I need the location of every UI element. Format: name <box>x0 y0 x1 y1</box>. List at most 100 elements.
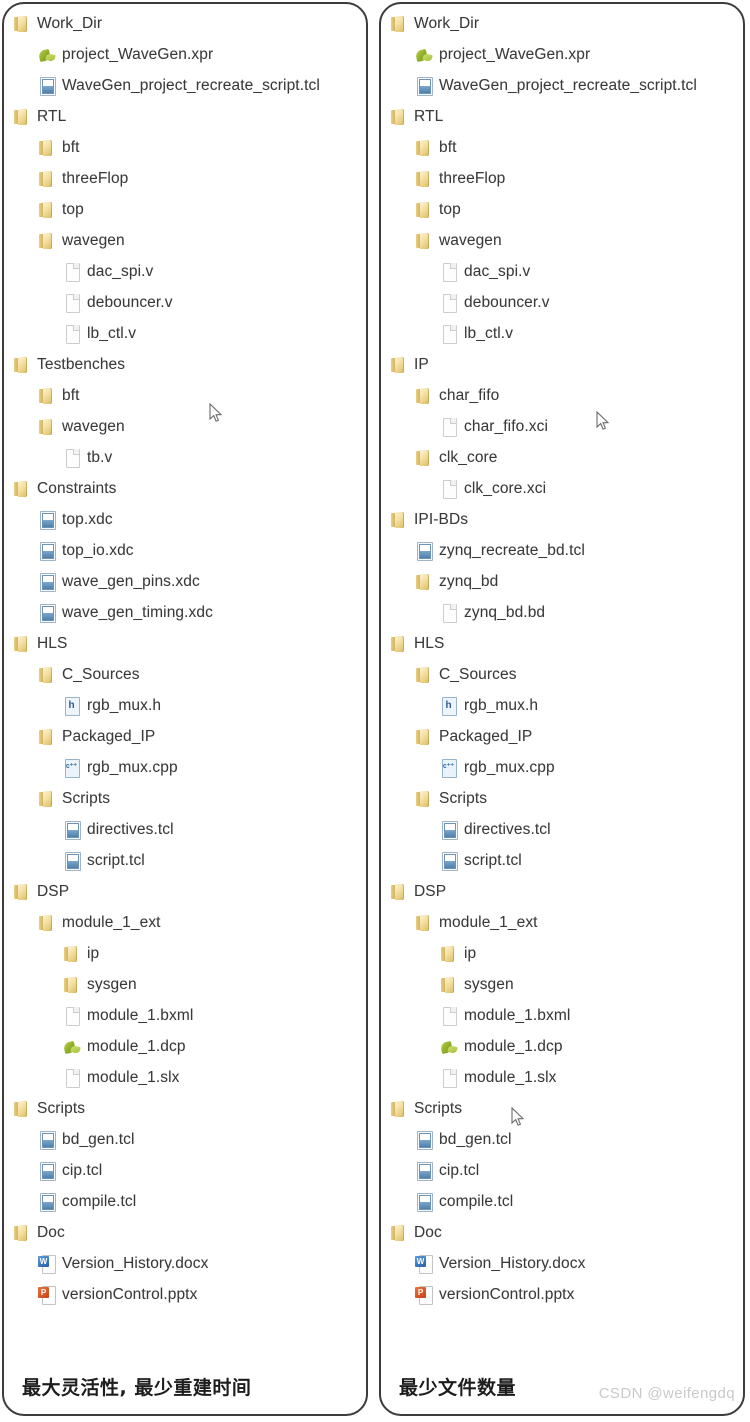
tree-row[interactable]: module_1_ext <box>4 907 366 938</box>
tree-row[interactable]: clk_core.xci <box>381 473 743 504</box>
tree-row[interactable]: top_io.xdc <box>4 535 366 566</box>
tree-row[interactable]: rgb_mux.h <box>4 690 366 721</box>
tree-row[interactable]: IPI-BDs <box>381 504 743 535</box>
tree-row[interactable]: C_Sources <box>4 659 366 690</box>
tree-row[interactable]: char_fifo.xci <box>381 411 743 442</box>
script-icon <box>37 603 56 623</box>
tree-row[interactable]: ip <box>381 938 743 969</box>
tree-row[interactable]: module_1.dcp <box>381 1031 743 1062</box>
tree-row[interactable]: Packaged_IP <box>4 721 366 752</box>
tree-row[interactable]: zynq_bd <box>381 566 743 597</box>
tree-row[interactable]: bd_gen.tcl <box>4 1124 366 1155</box>
tree-row[interactable]: rgb_mux.h <box>381 690 743 721</box>
tree-row[interactable]: C_Sources <box>381 659 743 690</box>
tree-row[interactable]: RTL <box>4 101 366 132</box>
tree-row[interactable]: top.xdc <box>4 504 366 535</box>
tree-row[interactable]: zynq_recreate_bd.tcl <box>381 535 743 566</box>
vivado-icon <box>439 1038 458 1058</box>
tree-row[interactable]: dac_spi.v <box>381 256 743 287</box>
tree-row[interactable]: bft <box>4 380 366 411</box>
tree-row[interactable]: Work_Dir <box>381 8 743 39</box>
tree-row[interactable]: directives.tcl <box>381 814 743 845</box>
tree-row[interactable]: project_WaveGen.xpr <box>381 39 743 70</box>
tree-row[interactable]: script.tcl <box>381 845 743 876</box>
tree-row[interactable]: tb.v <box>4 442 366 473</box>
tree-row[interactable]: Doc <box>4 1217 366 1248</box>
tree-row-label: HLS <box>37 634 68 652</box>
tree-row[interactable]: clk_core <box>381 442 743 473</box>
tree-row[interactable]: Scripts <box>381 1093 743 1124</box>
tree-row[interactable]: WaveGen_project_recreate_script.tcl <box>381 70 743 101</box>
tree-row[interactable]: cip.tcl <box>4 1155 366 1186</box>
tree-row-label: module_1.dcp <box>464 1037 563 1055</box>
folder-icon <box>389 107 408 127</box>
tree-row[interactable]: module_1.bxml <box>381 1000 743 1031</box>
file-tree-right[interactable]: Work_Dir project_WaveGen.xpr WaveGen_proje… <box>381 4 743 1310</box>
tree-row[interactable]: wavegen <box>4 225 366 256</box>
tree-row[interactable]: module_1.slx <box>4 1062 366 1093</box>
tree-row[interactable]: compile.tcl <box>381 1186 743 1217</box>
tree-row[interactable]: module_1.dcp <box>4 1031 366 1062</box>
tree-row[interactable]: dac_spi.v <box>4 256 366 287</box>
tree-row[interactable]: directives.tcl <box>4 814 366 845</box>
tree-row[interactable]: zynq_bd.bd <box>381 597 743 628</box>
tree-row[interactable]: RTL <box>381 101 743 132</box>
tree-row[interactable]: cip.tcl <box>381 1155 743 1186</box>
tree-row[interactable]: bft <box>4 132 366 163</box>
tree-row[interactable]: debouncer.v <box>4 287 366 318</box>
tree-row[interactable]: wavegen <box>4 411 366 442</box>
tree-row[interactable]: project_WaveGen.xpr <box>4 39 366 70</box>
tree-row[interactable]: DSP <box>4 876 366 907</box>
tree-row[interactable]: IP <box>381 349 743 380</box>
tree-row[interactable]: Testbenches <box>4 349 366 380</box>
tree-row[interactable]: rgb_mux.cpp <box>4 752 366 783</box>
tree-row-label: debouncer.v <box>464 293 550 311</box>
tree-row-label: WaveGen_project_recreate_script.tcl <box>62 76 320 94</box>
tree-row-label: bft <box>62 138 80 156</box>
tree-row[interactable]: threeFlop <box>381 163 743 194</box>
tree-row[interactable]: Scripts <box>4 783 366 814</box>
tree-row[interactable]: script.tcl <box>4 845 366 876</box>
tree-row[interactable]: sysgen <box>381 969 743 1000</box>
tree-row[interactable]: module_1.slx <box>381 1062 743 1093</box>
tree-row[interactable]: top <box>381 194 743 225</box>
tree-row[interactable]: bd_gen.tcl <box>381 1124 743 1155</box>
tree-row[interactable]: Packaged_IP <box>381 721 743 752</box>
tree-row-label: threeFlop <box>439 169 506 187</box>
tree-row[interactable]: Scripts <box>381 783 743 814</box>
folder-icon <box>62 944 81 964</box>
tree-row[interactable]: wave_gen_timing.xdc <box>4 597 366 628</box>
tree-row-label: C_Sources <box>62 665 140 683</box>
tree-row[interactable]: ip <box>4 938 366 969</box>
tree-row[interactable]: Doc <box>381 1217 743 1248</box>
tree-row[interactable]: WaveGen_project_recreate_script.tcl <box>4 70 366 101</box>
tree-row[interactable]: HLS <box>4 628 366 659</box>
tree-row[interactable]: lb_ctl.v <box>4 318 366 349</box>
tree-row[interactable]: compile.tcl <box>4 1186 366 1217</box>
tree-row[interactable]: versionControl.pptx <box>381 1279 743 1310</box>
tree-row[interactable]: wavegen <box>381 225 743 256</box>
watermark: CSDN @weifengdq <box>598 1385 735 1402</box>
tree-row[interactable]: rgb_mux.cpp <box>381 752 743 783</box>
folder-icon <box>389 634 408 654</box>
tree-row[interactable]: wave_gen_pins.xdc <box>4 566 366 597</box>
tree-row[interactable]: Work_Dir <box>4 8 366 39</box>
tree-row[interactable]: threeFlop <box>4 163 366 194</box>
tree-row[interactable]: Scripts <box>4 1093 366 1124</box>
file-tree-left[interactable]: Work_Dir project_WaveGen.xpr WaveGen_proje… <box>4 4 366 1310</box>
tree-row-label: HLS <box>414 634 445 652</box>
tree-row[interactable]: HLS <box>381 628 743 659</box>
tree-row[interactable]: module_1_ext <box>381 907 743 938</box>
tree-row[interactable]: char_fifo <box>381 380 743 411</box>
tree-row[interactable]: Version_History.docx <box>4 1248 366 1279</box>
tree-row[interactable]: top <box>4 194 366 225</box>
tree-row[interactable]: Version_History.docx <box>381 1248 743 1279</box>
tree-row[interactable]: DSP <box>381 876 743 907</box>
tree-row[interactable]: lb_ctl.v <box>381 318 743 349</box>
tree-row[interactable]: debouncer.v <box>381 287 743 318</box>
tree-row[interactable]: versionControl.pptx <box>4 1279 366 1310</box>
tree-row[interactable]: Constraints <box>4 473 366 504</box>
tree-row[interactable]: bft <box>381 132 743 163</box>
tree-row[interactable]: sysgen <box>4 969 366 1000</box>
tree-row[interactable]: module_1.bxml <box>4 1000 366 1031</box>
